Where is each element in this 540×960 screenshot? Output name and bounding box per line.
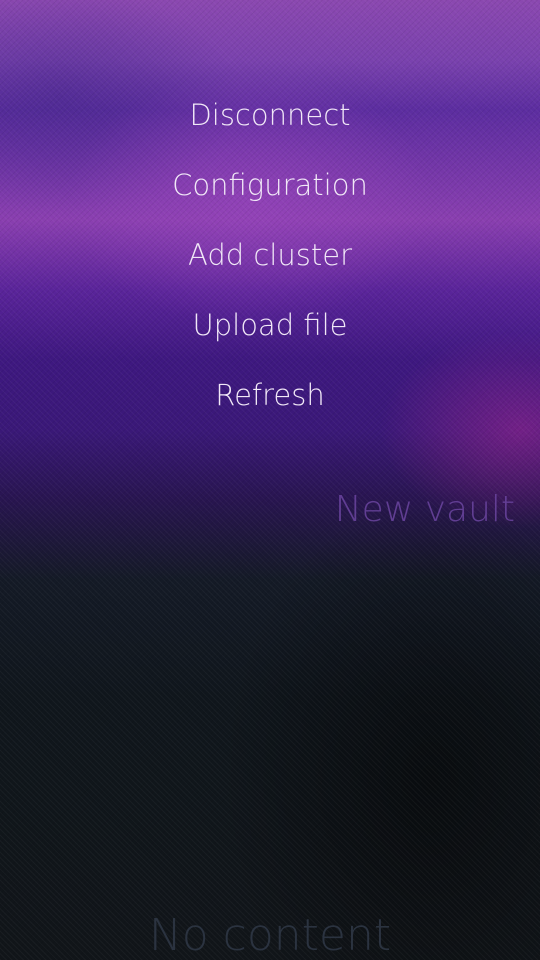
menu-item-add-cluster[interactable]: Add cluster <box>0 220 540 290</box>
page-header-title[interactable]: New vault <box>335 484 515 536</box>
no-content-placeholder: No content <box>148 910 392 960</box>
menu-item-refresh[interactable]: Refresh <box>0 360 540 430</box>
menu-item-disconnect[interactable]: Disconnect <box>0 80 540 150</box>
pulley-menu: Disconnect Configuration Add cluster Upl… <box>0 80 540 430</box>
menu-item-configuration[interactable]: Configuration <box>0 150 540 220</box>
menu-item-upload-file[interactable]: Upload file <box>0 290 540 360</box>
